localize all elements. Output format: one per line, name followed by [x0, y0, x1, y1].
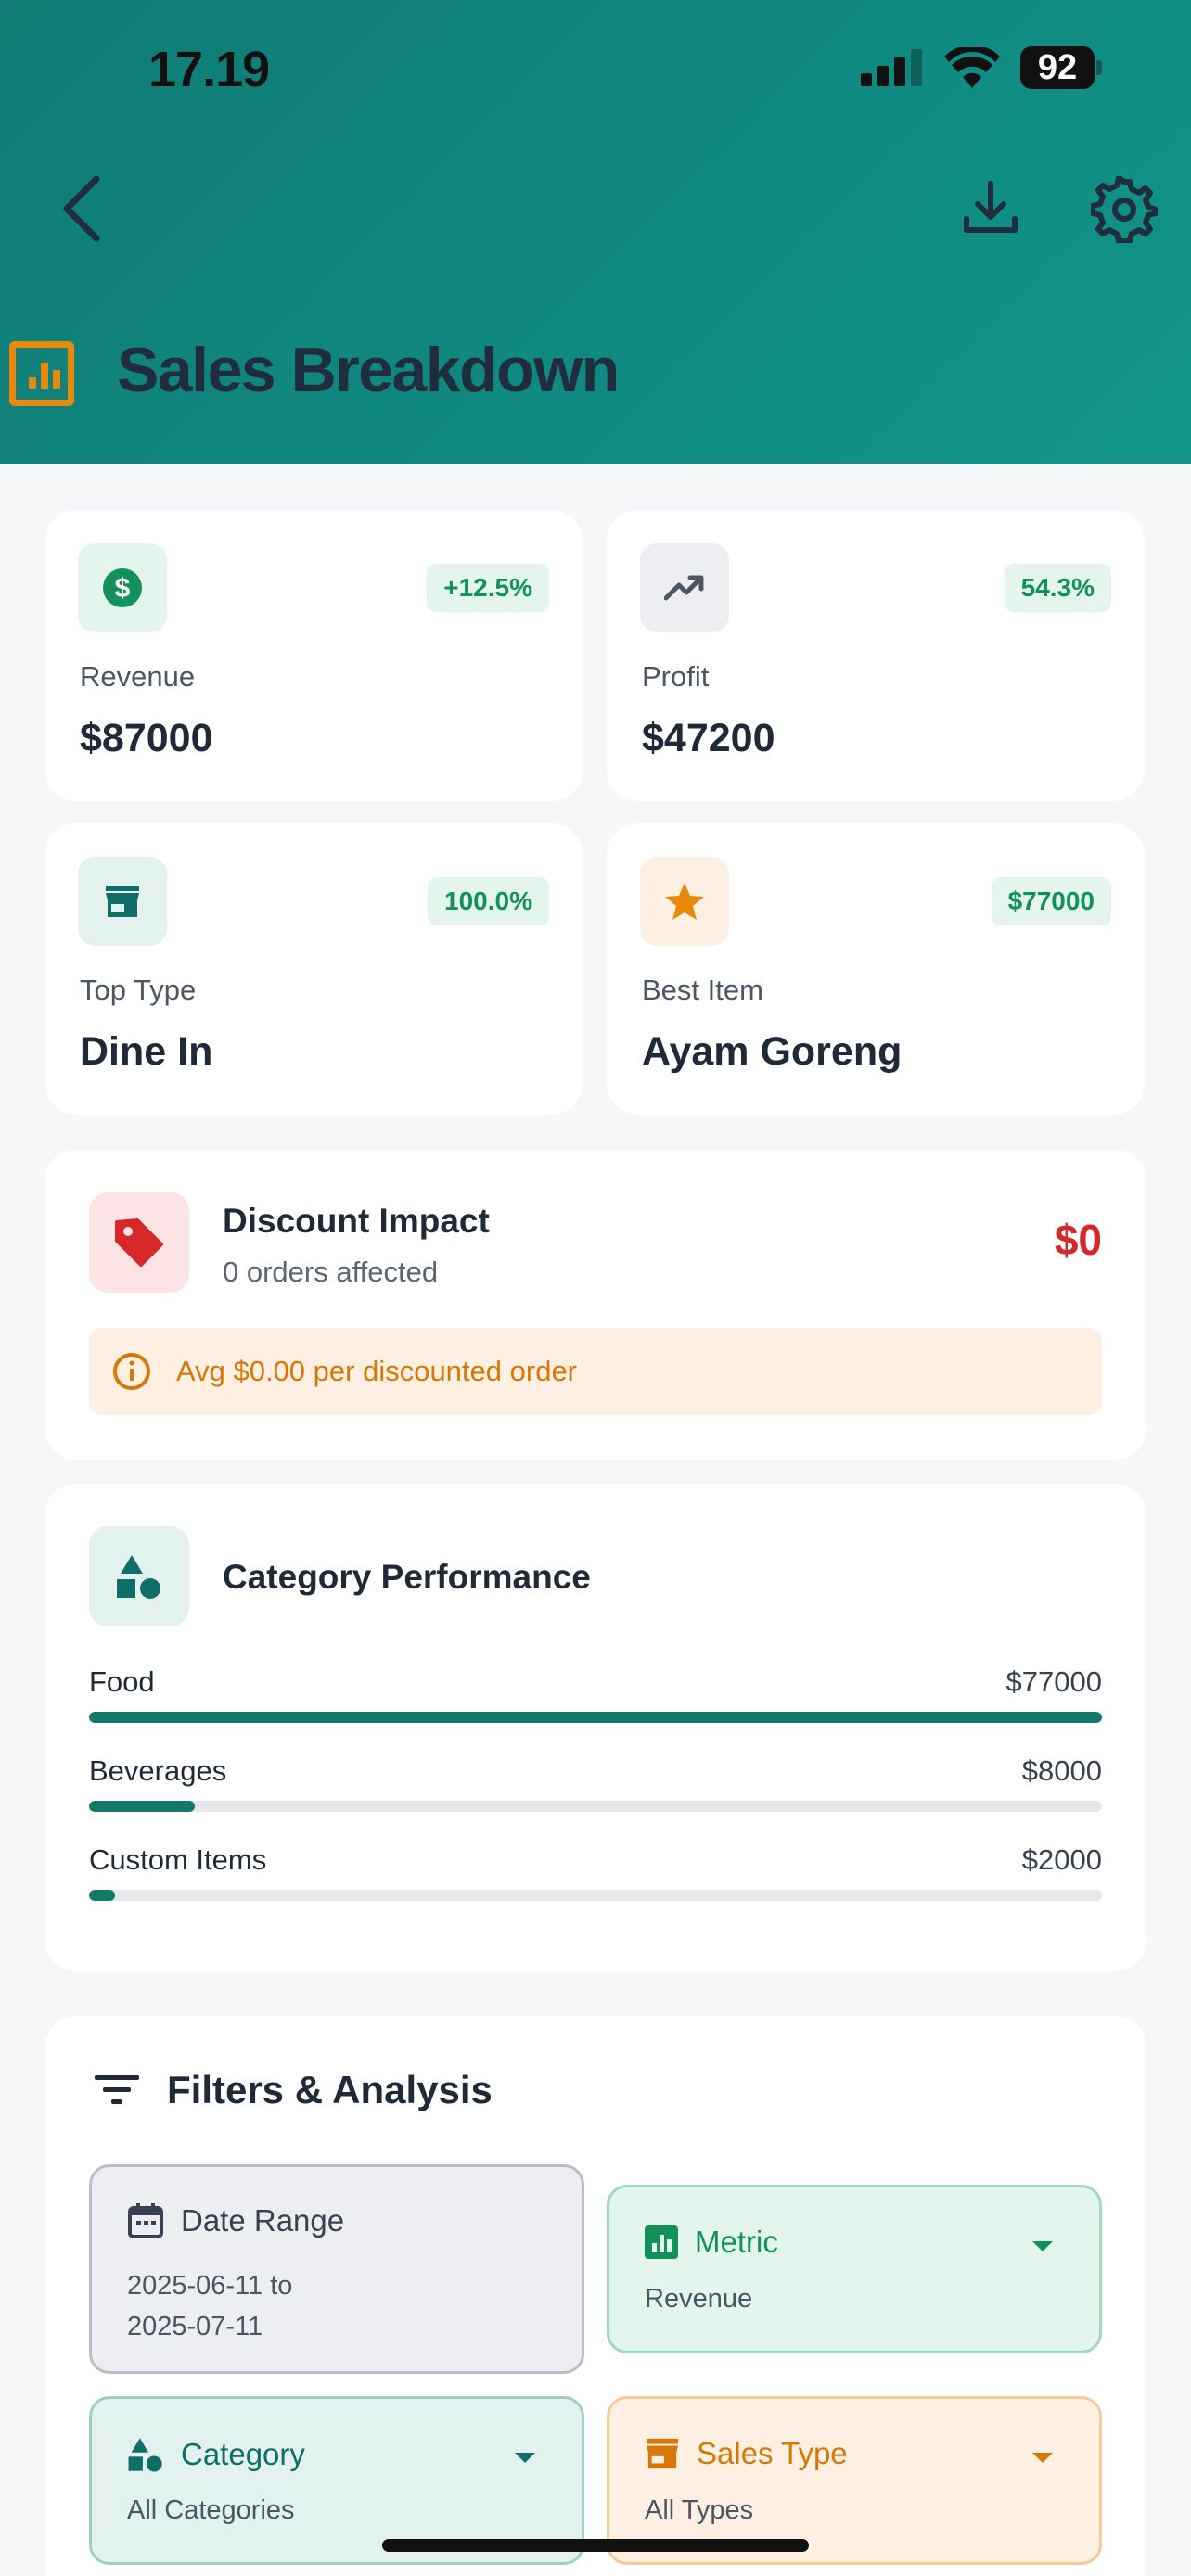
category-bar-track: [89, 1801, 1102, 1812]
stat-badge: $77000: [991, 877, 1111, 925]
store-icon: [646, 2438, 679, 2469]
trending-up-icon: [640, 543, 729, 632]
bar-chart-icon: [645, 2225, 678, 2259]
category-bar-fill: [89, 1712, 1102, 1723]
stat-badge: +12.5%: [427, 564, 549, 612]
category-amount: $8000: [1021, 1754, 1102, 1787]
date-range-value-start: 2025-06-11 to: [127, 2271, 293, 2301]
filters-card: Filters & Analysis Date Range 2025-06-11…: [45, 2016, 1146, 2576]
category-title: Category Performance: [223, 1558, 591, 1596]
date-range-value-end: 2025-07-11: [127, 2312, 263, 2341]
discount-subtitle: 0 orders affected: [223, 1256, 439, 1288]
discount-note: Avg $0.00 per discounted order: [89, 1328, 1102, 1415]
stat-value: $87000: [80, 716, 213, 760]
metric-label-row: Metric: [645, 2225, 778, 2260]
category-performance-card: Category Performance Food $77000 Beverag…: [45, 1484, 1146, 1971]
category-bar-track: [89, 1890, 1102, 1901]
discount-title: Discount Impact: [223, 1202, 490, 1240]
shapes-icon: [89, 1526, 189, 1626]
stat-value: Ayam Goreng: [642, 1029, 903, 1074]
stat-label: Profit: [642, 660, 710, 693]
stat-label: Top Type: [80, 974, 197, 1006]
chart-icon: [9, 341, 74, 406]
wifi-icon: [944, 47, 1000, 88]
sales-type-value: All Types: [645, 2495, 754, 2525]
stat-label: Best Item: [642, 974, 763, 1006]
sales-type-label-row: Sales Type: [645, 2436, 848, 2471]
dollar-icon: $: [78, 543, 167, 632]
stat-value: Dine In: [80, 1029, 213, 1074]
category-bar-fill: [89, 1890, 116, 1901]
store-icon: [78, 857, 167, 946]
battery-indicator: 92: [1020, 46, 1102, 89]
caret-down-icon: [1032, 2453, 1053, 2463]
caret-down-icon: [515, 2453, 535, 2463]
calendar-icon: [128, 2203, 163, 2238]
stat-card-revenue: $ +12.5% Revenue $87000: [45, 510, 583, 801]
status-icons: 92: [861, 46, 1102, 89]
caret-down-icon: [1032, 2241, 1053, 2251]
filters-title: Filters & Analysis: [167, 2068, 493, 2111]
stat-card-top-type: 100.0% Top Type Dine In: [45, 823, 583, 1115]
metric-label: Metric: [695, 2225, 778, 2259]
category-value: All Categories: [127, 2495, 295, 2525]
page-title: Sales Breakdown: [117, 335, 620, 405]
discount-amount: $0: [1054, 1216, 1102, 1264]
metric-value: Revenue: [645, 2284, 753, 2314]
tag-icon: [89, 1192, 189, 1293]
battery-level: 92: [1020, 46, 1095, 89]
stat-card-best-item: $77000 Best Item Ayam Goreng: [607, 823, 1145, 1115]
sales-type-label: Sales Type: [697, 2436, 848, 2470]
star-icon: [640, 857, 729, 946]
stat-label: Revenue: [80, 660, 196, 693]
download-button[interactable]: [955, 169, 1026, 247]
discount-note-text: Avg $0.00 per discounted order: [176, 1355, 578, 1387]
svg-text:$: $: [115, 573, 131, 604]
gear-icon: [1091, 176, 1158, 243]
date-range-filter[interactable]: Date Range 2025-06-11 to 2025-07-11: [89, 2164, 584, 2374]
stat-badge: 54.3%: [1004, 564, 1111, 612]
settings-button[interactable]: [1085, 171, 1163, 249]
category-name: Custom Items: [89, 1843, 267, 1876]
stat-badge: 100.0%: [428, 877, 549, 925]
category-name: Food: [89, 1665, 155, 1698]
chevron-left-icon: [63, 175, 100, 242]
metric-filter[interactable]: Metric Revenue: [607, 2185, 1102, 2353]
signal-icon: [861, 49, 922, 86]
header: 17.19 92 Sales Breakdown: [0, 0, 1191, 464]
category-label: Category: [181, 2437, 305, 2471]
category-bar-track: [89, 1712, 1102, 1723]
category-label-row: Category: [127, 2436, 305, 2473]
discount-impact-card: Discount Impact 0 orders affected $0 Avg…: [45, 1150, 1146, 1460]
back-button[interactable]: [48, 167, 113, 250]
category-amount: $2000: [1021, 1843, 1102, 1876]
info-icon: [113, 1353, 150, 1390]
shapes-icon: [128, 2438, 162, 2472]
home-indicator[interactable]: [382, 2539, 809, 2552]
stat-value: $47200: [642, 716, 775, 760]
category-amount: $77000: [1005, 1665, 1102, 1698]
category-bar-fill: [89, 1801, 195, 1812]
download-icon: [964, 181, 1018, 233]
category-name: Beverages: [89, 1754, 227, 1787]
filter-icon: [95, 2075, 139, 2104]
date-range-label: Date Range: [181, 2203, 345, 2238]
date-range-label-row: Date Range: [127, 2202, 344, 2239]
stat-card-profit: 54.3% Profit $47200: [607, 510, 1145, 801]
status-time: 17.19: [148, 42, 270, 97]
